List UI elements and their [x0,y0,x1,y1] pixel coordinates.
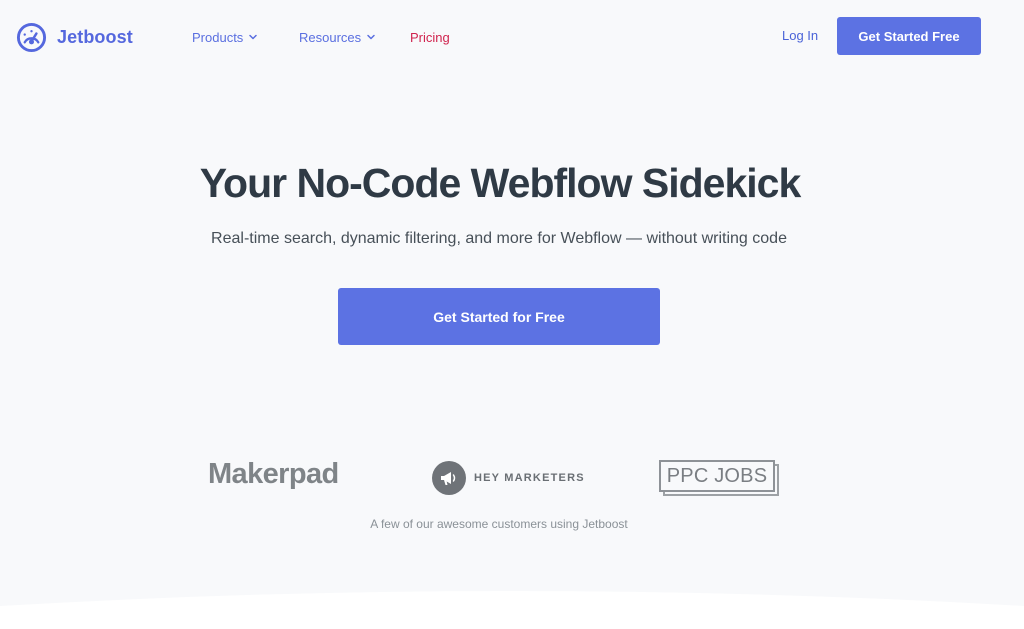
hero-title: Your No-Code Webflow Sidekick [199,160,802,206]
hey-marketers-wordmark: HEY MARKETERS [474,472,585,484]
page: Jetboost Products Resources Pricing Log … [0,0,1024,629]
nav-resources[interactable]: Resources [299,28,376,46]
get-started-hero-button[interactable]: Get Started for Free [338,288,660,345]
chevron-down-icon [367,34,375,40]
brand-name: Jetboost [57,26,133,47]
ppc-jobs-wordmark: PPC JOBS [659,460,775,492]
megaphone-icon [432,461,466,495]
nav-pricing[interactable]: Pricing [410,28,450,46]
nav-resources-label: Resources [299,29,362,45]
ppc-jobs-logo: PPC JOBS [659,460,779,496]
nav-products-label: Products [192,29,244,45]
brand-home-link[interactable]: Jetboost [16,21,133,53]
chevron-down-icon [249,34,258,40]
nav-products[interactable]: Products [192,28,258,46]
get-started-nav-button[interactable]: Get Started Free [837,17,981,55]
top-nav: Jetboost Products Resources Pricing Log … [0,0,1024,72]
speedometer-icon [16,22,47,52]
makerpad-logo: Makerpad [208,458,339,490]
hero-subtitle: Real-time search, dynamic filtering, and… [211,230,787,247]
customers-caption: A few of our awesome customers using Jet… [370,517,628,531]
login-link[interactable]: Log In [782,28,818,43]
hey-marketers-logo: HEY MARKETERS [432,461,585,495]
section-divider-curve [0,591,1024,629]
